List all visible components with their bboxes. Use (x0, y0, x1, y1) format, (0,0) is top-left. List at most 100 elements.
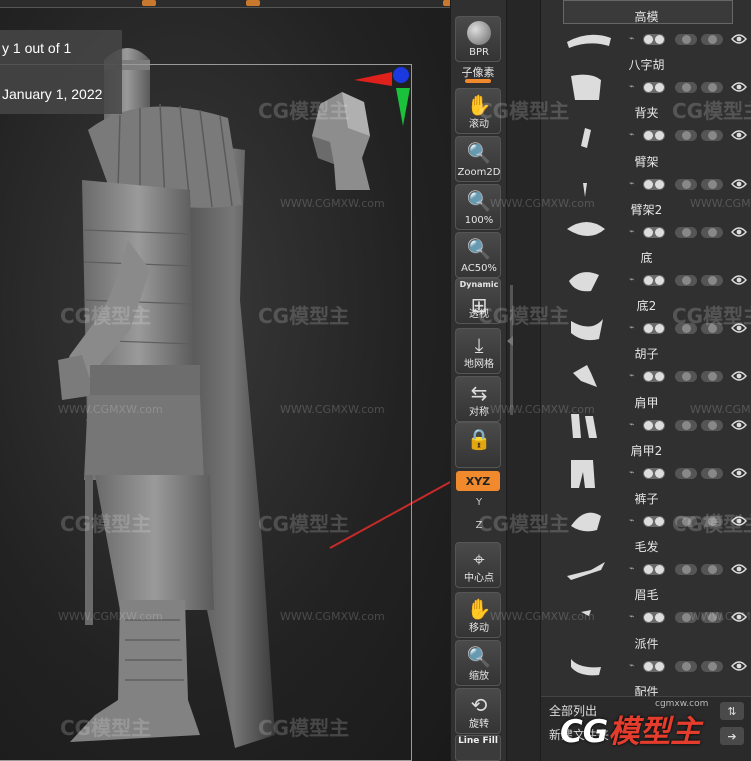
subtool-name[interactable]: 肩甲 (541, 394, 751, 411)
scale-button[interactable]: 🔍 缩放 (455, 640, 501, 686)
visibility-toggle[interactable] (643, 178, 665, 190)
eye-icon[interactable] (731, 563, 747, 575)
subtool-row[interactable]: ⌁ (557, 506, 751, 536)
eye-icon[interactable] (731, 515, 747, 527)
vertical-scrollbar[interactable] (510, 285, 513, 415)
polypaint-toggle[interactable] (675, 226, 697, 238)
local-button[interactable]: 🔒 (455, 422, 501, 468)
subtool-thumbnail[interactable] (561, 120, 617, 150)
brush-icon[interactable]: ⌁ (629, 34, 639, 44)
solo-toggle[interactable] (701, 516, 723, 527)
subtool-name[interactable]: 眉毛 (541, 586, 751, 603)
visibility-toggle[interactable] (643, 323, 665, 335)
solo-toggle[interactable] (701, 564, 723, 576)
subtool-name[interactable]: 底 (541, 249, 751, 266)
subtool-row[interactable]: ⌁ (557, 602, 751, 632)
collapse-arrow-icon[interactable] (507, 336, 513, 346)
brush-icon[interactable]: ⌁ (629, 420, 639, 430)
subtool-thumbnail[interactable] (561, 506, 617, 536)
visibility-toggle[interactable] (643, 82, 665, 94)
solo-toggle[interactable] (701, 419, 723, 431)
visibility-toggle[interactable] (643, 419, 665, 431)
visibility-toggle[interactable] (643, 564, 665, 576)
zoom2d-button[interactable]: 🔍 Zoom2D (455, 136, 501, 182)
subtool-row[interactable]: ⌁ (557, 24, 751, 54)
brush-icon[interactable]: ⌁ (629, 179, 639, 189)
eye-icon[interactable] (731, 370, 747, 382)
eye-icon[interactable] (731, 660, 747, 672)
solo-toggle[interactable] (701, 34, 723, 45)
perspective-button[interactable]: Dynamic ⊞ 透视 (455, 278, 501, 324)
solo-toggle[interactable] (701, 130, 723, 142)
solo-toggle[interactable] (701, 82, 723, 94)
brush-icon[interactable]: ⌁ (629, 564, 639, 574)
polypaint-toggle[interactable] (675, 516, 697, 527)
subtool-thumbnail[interactable] (561, 217, 617, 247)
eye-icon[interactable] (731, 322, 747, 334)
brush-icon[interactable]: ⌁ (629, 130, 639, 140)
eye-icon[interactable] (731, 611, 747, 623)
subtool-name[interactable]: 臂架 (541, 153, 751, 170)
polypaint-toggle[interactable] (675, 323, 697, 335)
bpr-button[interactable]: BPR (455, 16, 501, 62)
subtool-row[interactable]: ⌁ (557, 313, 751, 343)
eye-icon[interactable] (731, 178, 747, 190)
arrows-updown-icon[interactable]: ⇅ (720, 702, 744, 720)
subtool-thumbnail[interactable] (561, 313, 617, 343)
subtool-row[interactable]: ⌁ (557, 554, 751, 584)
polypaint-toggle[interactable] (675, 275, 697, 286)
solo-toggle[interactable] (701, 371, 723, 383)
subtool-row[interactable]: ⌁ (557, 651, 751, 681)
xyz-button[interactable]: XYZ (456, 471, 500, 491)
solo-toggle[interactable] (701, 275, 723, 286)
eye-icon[interactable] (731, 467, 747, 479)
visibility-toggle[interactable] (643, 275, 665, 286)
rotate-button[interactable]: ⟲ 旋转 (455, 688, 501, 734)
subtool-thumbnail[interactable] (561, 361, 617, 391)
polypaint-toggle[interactable] (675, 419, 697, 431)
floor-grid-button[interactable]: ⤓ 地网格 (455, 328, 501, 374)
visibility-toggle[interactable] (643, 660, 665, 672)
brush-icon[interactable]: ⌁ (629, 661, 639, 671)
subtool-row[interactable]: ⌁ (557, 265, 751, 295)
visibility-toggle[interactable] (643, 612, 665, 624)
eye-icon[interactable] (731, 129, 747, 141)
subtool-name[interactable]: 臂架2 (541, 201, 751, 218)
visibility-toggle[interactable] (643, 34, 665, 45)
polypaint-toggle[interactable] (675, 82, 697, 94)
subtool-name[interactable]: 胡子 (541, 345, 751, 362)
solo-toggle[interactable] (701, 612, 723, 624)
brush-icon[interactable]: ⌁ (629, 516, 639, 526)
subtool-row[interactable]: ⌁ (557, 120, 751, 150)
visibility-toggle[interactable] (643, 467, 665, 479)
subtool-name[interactable]: 底2 (541, 297, 751, 314)
visibility-toggle[interactable] (643, 371, 665, 383)
polypaint-toggle[interactable] (675, 130, 697, 142)
brush-icon[interactable]: ⌁ (629, 468, 639, 478)
actual-size-button[interactable]: 🔍 100% (455, 184, 501, 230)
ac50-button[interactable]: 🔍 AC50% (455, 232, 501, 278)
subtool-thumbnail[interactable] (561, 169, 617, 199)
solo-toggle[interactable] (701, 178, 723, 190)
subtool-row[interactable]: ⌁ (557, 410, 751, 440)
arrow-right-icon[interactable]: ➔ (720, 727, 744, 745)
solo-toggle[interactable] (701, 467, 723, 479)
subtool-thumbnail[interactable] (561, 265, 617, 295)
brush-icon[interactable]: ⌁ (629, 227, 639, 237)
eye-icon[interactable] (731, 226, 747, 238)
polypaint-toggle[interactable] (675, 467, 697, 479)
subtool-row[interactable]: ⌁ (557, 169, 751, 199)
subpixel-slider[interactable] (465, 79, 491, 83)
3d-viewport[interactable]: y 1 out of 1 January 1, 2022 CG模型主 CG模型主… (0, 0, 450, 761)
y-axis-toggle[interactable]: Y (451, 497, 507, 508)
subtool-row[interactable]: ⌁ (557, 458, 751, 488)
polypaint-toggle[interactable] (675, 612, 697, 624)
subtool-thumbnail[interactable] (561, 458, 617, 488)
orientation-gizmo[interactable] (300, 66, 420, 196)
subtool-thumbnail[interactable] (561, 554, 617, 584)
subtool-name[interactable]: 裤子 (541, 490, 751, 507)
brush-icon[interactable]: ⌁ (629, 612, 639, 622)
subtool-thumbnail[interactable] (561, 72, 617, 102)
brush-icon[interactable]: ⌁ (629, 323, 639, 333)
polypaint-toggle[interactable] (675, 660, 697, 672)
